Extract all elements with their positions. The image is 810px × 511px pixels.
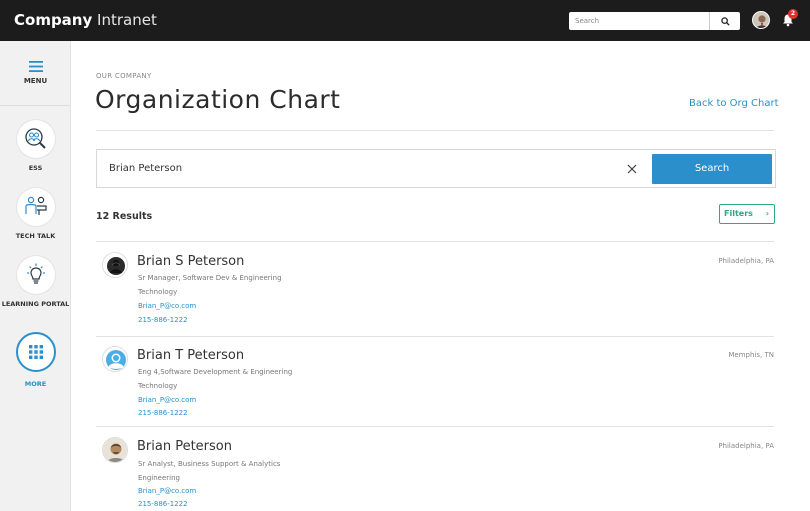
avatar [102,252,128,278]
breadcrumb: OUR COMPANY [96,72,152,80]
search-button[interactable] [710,12,740,30]
sidebar-item-label: TECH TALK [15,232,56,240]
divider [96,130,774,131]
search-button[interactable]: Search [652,154,772,184]
person-phone-link[interactable]: 215-886-1222 [138,316,188,324]
top-bar: Company Intranet 2 [0,0,810,41]
person-name[interactable]: Brian T Peterson [137,348,244,363]
filters-button[interactable]: Filters › [719,204,775,224]
chevron-right-icon: › [765,209,769,218]
person-email-link[interactable]: Brian_P@co.com [138,302,196,310]
person-email-link[interactable]: Brian_P@co.com [138,487,196,495]
grid-icon [29,345,43,359]
tech-talk-icon-circle [17,188,55,226]
learning-portal-icon-circle [17,256,55,294]
avatar [102,346,128,372]
person-location: Philadelphia, PA [718,442,774,450]
person-department: Technology [138,382,178,390]
presentation-icon [25,196,47,215]
person-title: Sr Analyst, Business Support & Analytics [138,460,281,468]
lightbulb-icon [27,263,45,284]
filters-label: Filters [724,209,753,218]
person-title: Eng 4,Software Development & Engineering [138,368,293,376]
person-title: Sr Manager, Software Dev & Engineering [138,274,282,282]
notification-badge: 2 [788,9,798,19]
divider [96,426,774,427]
person-phone-link[interactable]: 215-886-1222 [138,500,188,508]
people-search-box: Brian Peterson Search [96,149,776,188]
person-location: Memphis, TN [728,351,774,359]
people-search-icon [25,128,46,149]
user-photo-icon [753,12,769,28]
sidebar-item-label: MORE [24,380,47,388]
global-search [569,12,740,30]
person-photo-dark-icon [103,253,127,277]
divider [96,241,774,242]
search-icon [720,16,730,26]
default-avatar-icon [103,347,127,371]
page-title: Organization Chart [95,85,341,114]
user-avatar[interactable] [752,11,770,29]
person-name[interactable]: Brian S Peterson [137,254,244,269]
divider [96,336,774,337]
menu-button[interactable]: MENU [0,41,71,106]
person-department: Technology [138,288,178,296]
people-search-input[interactable]: Brian Peterson [109,163,182,174]
person-name[interactable]: Brian Peterson [137,439,232,454]
person-department: Engineering [138,474,180,482]
ess-icon-circle [17,120,55,158]
more-icon-circle [16,332,56,372]
sidebar-item-label: ESS [28,164,43,172]
back-to-org-chart-link[interactable]: Back to Org Chart [689,98,779,109]
brand-logo[interactable]: Company Intranet [14,11,157,29]
avatar [102,437,128,463]
results-count: 12 Results [96,211,153,222]
close-icon[interactable] [627,164,637,174]
person-email-link[interactable]: Brian_P@co.com [138,396,196,404]
person-location: Philadelphia, PA [718,257,774,265]
menu-label: MENU [23,77,48,85]
sidebar: MENU ESS TECH TALK LEARNING PORTAL MORE [0,41,71,511]
person-phone-link[interactable]: 215-886-1222 [138,409,188,417]
global-search-input[interactable] [569,12,709,30]
person-photo-icon [103,438,127,462]
sidebar-item-label: LEARNING PORTAL [1,300,70,308]
hamburger-icon [29,61,43,72]
